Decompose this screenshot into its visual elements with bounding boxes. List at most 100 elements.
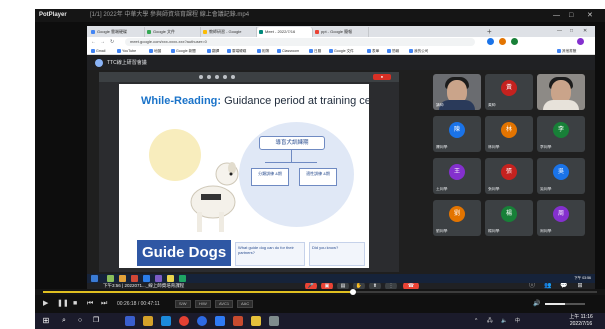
potplayer-icon[interactable] xyxy=(251,316,261,326)
toolbar-dot-icon[interactable] xyxy=(231,75,235,79)
browser-minimize-button[interactable]: — xyxy=(557,26,562,37)
participant-tile[interactable]: 李 李同學 xyxy=(537,116,585,152)
tray-up-arrow-icon[interactable]: ^ xyxy=(475,313,477,329)
participant-tile[interactable]: 講師 xyxy=(433,74,481,110)
taskbar-app-icon[interactable] xyxy=(143,275,150,282)
bookmark-item[interactable]: 雲端硬碟 xyxy=(227,47,246,55)
participant-tile[interactable]: 陳 陳同學 xyxy=(433,116,481,152)
tab-favicon xyxy=(315,30,319,34)
pause-button[interactable]: ❚❚ xyxy=(57,295,69,313)
toolbar-dot-icon[interactable] xyxy=(199,75,203,79)
stop-button[interactable]: ■ xyxy=(73,295,77,313)
bookmark-item[interactable]: 地圖 xyxy=(149,47,161,55)
participant-tile[interactable]: 張 張同學 xyxy=(485,158,533,194)
taskbar-app-icon[interactable] xyxy=(125,316,135,326)
codec-tag[interactable]: H/W xyxy=(195,300,211,308)
address-input[interactable]: meet.google.com/xxx-xxxx-xxx?authuser=0 xyxy=(125,38,475,46)
browser-maximize-button[interactable]: □ xyxy=(570,26,573,37)
bookmark-item[interactable]: 其他書籤 xyxy=(557,47,576,55)
maximize-button[interactable]: □ xyxy=(569,9,573,22)
chrome-icon[interactable] xyxy=(179,316,189,326)
taskbar-app-icon[interactable] xyxy=(155,275,162,282)
forward-icon[interactable]: → xyxy=(100,37,105,47)
participant-tile[interactable]: 劉 劉同學 xyxy=(433,200,481,236)
presentation-toolbar: ● xyxy=(99,72,399,82)
taskbar-app-icon[interactable] xyxy=(179,275,186,282)
seek-progress xyxy=(43,291,354,293)
toolbar-dot-icon[interactable] xyxy=(215,75,219,79)
bookmarks-bar: Gmail YouTube 地圖 Google 新聞 翻譯 雲端硬碟 相簿 Cl… xyxy=(87,47,595,55)
cortana-icon[interactable]: ○ xyxy=(75,316,85,326)
reload-icon[interactable]: ↻ xyxy=(110,37,114,47)
participant-tile[interactable] xyxy=(537,74,585,110)
participant-tile[interactable]: 周 周同學 xyxy=(537,200,585,236)
start-icon[interactable] xyxy=(91,275,98,282)
slide-title: While-Reading: Guidance period at traini… xyxy=(141,95,369,107)
host-clock[interactable]: 上午 11:16 2022/7/16 xyxy=(565,314,597,328)
browser-tab[interactable]: Google 文件 xyxy=(145,27,201,37)
minimize-button[interactable]: — xyxy=(553,9,560,22)
browser-close-button[interactable]: ✕ xyxy=(583,26,587,37)
participant-tile[interactable]: 黃 黃師 xyxy=(485,74,533,110)
network-icon[interactable]: 🖧 xyxy=(487,313,493,329)
browser-tab-active[interactable]: Meet - 2022/7/16 xyxy=(257,27,313,37)
extension-icon[interactable] xyxy=(487,38,494,45)
guide-dogs-banner: Guide Dogs xyxy=(137,240,231,266)
browser-tab[interactable]: Google 雲端硬碟 xyxy=(89,27,145,37)
browser-tab[interactable]: ppt - Google 簡報 xyxy=(313,27,369,37)
participant-avatar: 林 xyxy=(501,122,517,138)
participant-tile[interactable]: 王 王同學 xyxy=(433,158,481,194)
participant-name: 黃師 xyxy=(488,103,496,107)
codec-tag[interactable]: AVC1 xyxy=(215,300,234,308)
search-icon[interactable]: ⌕ xyxy=(59,316,69,326)
word-icon[interactable] xyxy=(215,316,225,326)
codec-tag[interactable]: AAC xyxy=(237,300,254,308)
edge-icon[interactable] xyxy=(161,316,171,326)
taskbar-app-icon[interactable] xyxy=(167,275,174,282)
new-tab-button[interactable]: + xyxy=(487,26,492,37)
participant-tile[interactable]: 楊 楊同學 xyxy=(485,200,533,236)
extension-icon[interactable] xyxy=(499,38,506,45)
previous-button[interactable]: ⏮ xyxy=(87,295,93,313)
codec-tag[interactable]: S/W xyxy=(175,300,191,308)
close-button[interactable]: ✕ xyxy=(587,9,593,22)
time-current: 00:26:18 xyxy=(117,301,137,307)
taskbar-app-icon[interactable] xyxy=(107,275,114,282)
bookmark-item[interactable]: YouTube xyxy=(117,47,136,55)
task-view-icon[interactable]: ❐ xyxy=(91,316,101,326)
volume-icon[interactable]: 🔊 xyxy=(533,295,540,313)
participant-tile[interactable]: 林 林同學 xyxy=(485,116,533,152)
facebook-icon[interactable] xyxy=(197,316,207,326)
bookmark-item[interactable]: Classroom xyxy=(277,47,299,55)
bookmark-item[interactable]: Gmail xyxy=(91,47,105,55)
participant-tile[interactable]: 吳 吳同學 xyxy=(537,158,585,194)
browser-tab[interactable]: 教師研習 - Google xyxy=(201,27,257,37)
bookmark-item[interactable]: 簡報 xyxy=(387,47,399,55)
profile-avatar[interactable] xyxy=(577,38,584,45)
bookmark-item[interactable]: Google 新聞 xyxy=(171,47,196,55)
settings-icon[interactable] xyxy=(269,316,279,326)
mindmap-sub-box: 分類訓練 &期 xyxy=(251,168,289,186)
extension-icon[interactable] xyxy=(511,38,518,45)
taskbar-app-icon[interactable] xyxy=(131,275,138,282)
presentation-area: ● While-Reading: Guidance period at trai… xyxy=(99,72,399,272)
toolbar-dot-icon[interactable] xyxy=(223,75,227,79)
play-button[interactable]: ▶ xyxy=(43,295,48,313)
bookmark-item[interactable]: 我的公司 xyxy=(409,47,428,55)
toolbar-dot-icon[interactable] xyxy=(207,75,211,79)
file-explorer-icon[interactable] xyxy=(143,316,153,326)
windows-start-icon[interactable]: ⊞ xyxy=(41,316,51,326)
bookmark-item[interactable]: Google 文件 xyxy=(329,47,354,55)
mindmap-center-box: 導盲犬訓練期 xyxy=(259,136,325,150)
next-button[interactable]: ⏭ xyxy=(101,295,107,313)
bookmark-item[interactable]: 相簿 xyxy=(257,47,269,55)
speaker-icon[interactable]: 🔈 xyxy=(501,313,507,329)
bookmark-item[interactable]: 日曆 xyxy=(309,47,321,55)
bookmark-item[interactable]: 翻譯 xyxy=(207,47,219,55)
inner-taskbar-clock: 下午 03:56 xyxy=(574,276,591,280)
back-icon[interactable]: ← xyxy=(91,37,96,47)
language-indicator[interactable]: 中 xyxy=(515,313,520,329)
taskbar-app-icon[interactable] xyxy=(119,275,126,282)
powerpoint-icon[interactable] xyxy=(233,316,243,326)
bookmark-item[interactable]: 表單 xyxy=(367,47,379,55)
